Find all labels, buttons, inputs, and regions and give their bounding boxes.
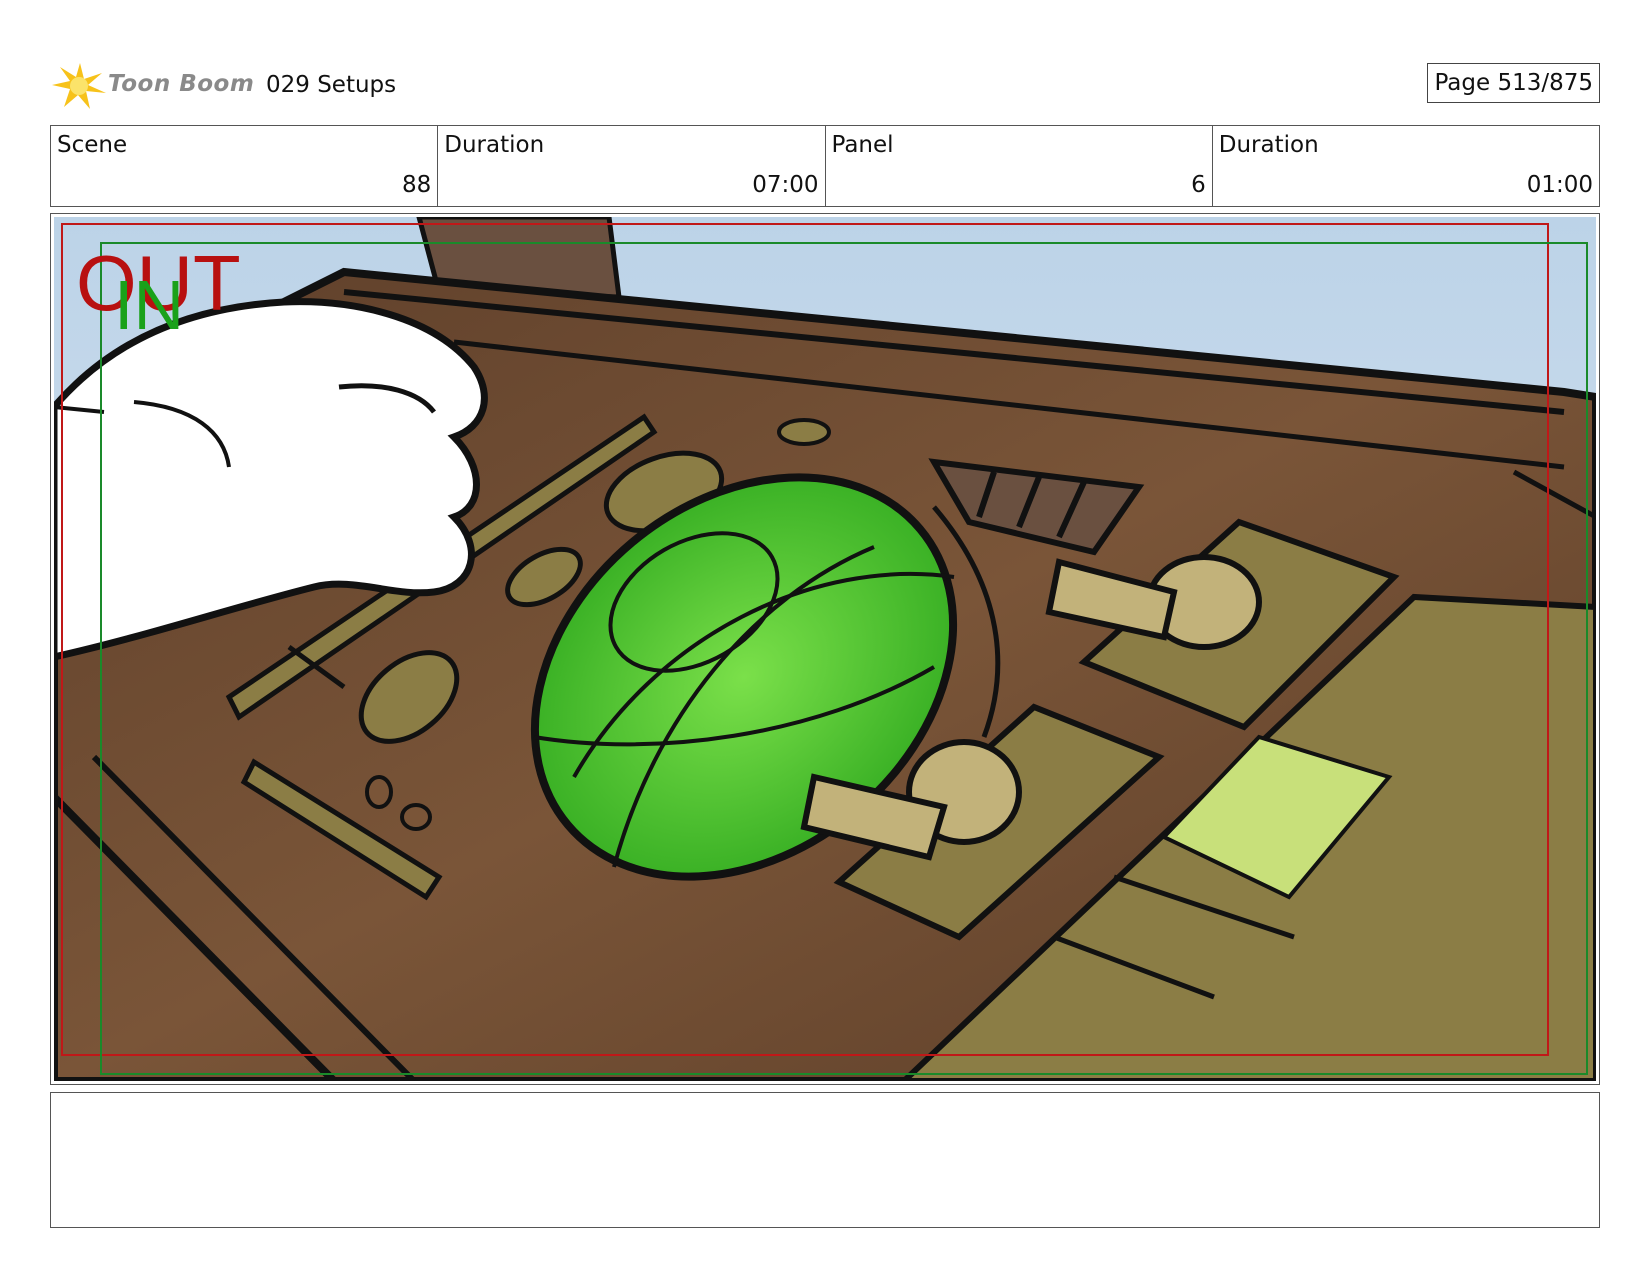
panel-notes-box[interactable] [50,1092,1600,1228]
scene-value: 88 [401,172,432,198]
scene-duration-cell: Duration 07:00 [438,126,826,206]
in-frame-label: IN [114,266,184,344]
toon-boom-logo: Toon Boom [50,59,254,113]
scene-duration-label: Duration [444,132,545,158]
panel-cell: Panel 6 [826,126,1213,206]
scene-label: Scene [57,132,128,158]
page-counter: Page 513/875 [1427,63,1600,103]
panel-duration-value: 01:00 [1526,172,1593,198]
panel-value: 6 [1191,172,1206,198]
logo-wordmark: Toon Boom [108,71,255,97]
sun-burst-icon [52,63,106,109]
panel-duration-cell: Duration 01:00 [1213,126,1599,206]
in-frame-guide [100,242,1588,1075]
panel-label: Panel [831,132,894,158]
scene-duration-value: 07:00 [752,172,819,198]
scene-cell: Scene 88 [51,126,439,206]
panel-duration-label: Duration [1218,132,1319,158]
scene-info-table: Scene 88 Duration 07:00 Panel 6 Duration… [50,125,1600,207]
document-title: 029 Setups [266,72,397,98]
page-header: Toon Boom 029 Setups Page 513/875 [50,55,1600,115]
